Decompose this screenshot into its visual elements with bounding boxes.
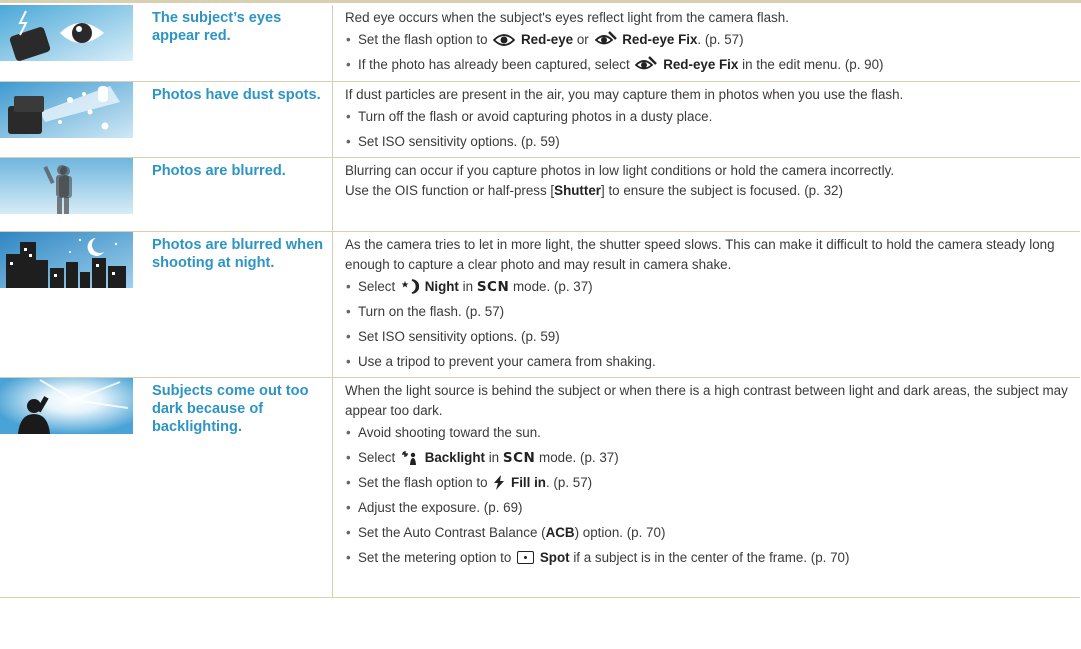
row-line: Blurring can occur if you capture photos… — [345, 162, 895, 178]
list-item: Set ISO sensitivity options. (p. 59) — [345, 132, 1080, 152]
table-row: Subjects come out too dark because of ba… — [0, 377, 1080, 598]
table-row: Photos have dust spots. If dust particle… — [0, 81, 1080, 158]
image-cell — [0, 81, 140, 158]
text: Set the flash option to — [358, 474, 488, 490]
row-title: Subjects come out too dark because of ba… — [152, 382, 309, 435]
bullet-list: Turn off the flash or avoid capturing ph… — [345, 107, 1080, 152]
red-eye-label: Red-eye — [521, 32, 574, 47]
row-intro: If dust particles are present in the air… — [345, 86, 904, 102]
image-cell — [0, 377, 140, 598]
description-cell: As the camera tries to let in more light… — [332, 231, 1080, 378]
top-rule — [0, 0, 1081, 3]
text: mode. (p. 37) — [512, 278, 593, 294]
text: Set the Auto Contrast Balance ( — [358, 524, 546, 540]
list-item: Avoid shooting toward the sun. — [345, 423, 1080, 443]
text: or — [576, 32, 589, 47]
row-line: Use the OIS function or half-press [Shut… — [345, 181, 1080, 201]
description-cell: If dust particles are present in the air… — [332, 81, 1080, 158]
flash-icon — [494, 474, 505, 490]
scn-mode-label: SCN — [476, 278, 510, 295]
red-eye-fix-label: Red-eye Fix — [663, 57, 739, 72]
bullet-list: Avoid shooting toward the sun. Select Ba… — [345, 423, 1080, 568]
red-eye-illustration — [0, 5, 133, 61]
acb-label: ACB — [545, 524, 575, 540]
list-item: Set ISO sensitivity options. (p. 59) — [345, 327, 1080, 347]
table-row: Photos are blurred. Blurring can occur i… — [0, 157, 1080, 232]
image-cell — [0, 157, 140, 232]
troubleshooting-table: The subject’s eyes appear red. Red eye o… — [0, 5, 1080, 598]
title-cell: Photos have dust spots. — [140, 81, 333, 158]
row-title: The subject’s eyes appear red. — [152, 10, 282, 44]
table-row: Photos are blurred when shooting at nigh… — [0, 231, 1080, 378]
list-item: Turn on the flash. (p. 57) — [345, 302, 1080, 322]
text: if a subject is in the center of the fra… — [573, 549, 850, 565]
table-row: The subject’s eyes appear red. Red eye o… — [0, 5, 1080, 82]
list-item: Set the flash option to Fill in. (p. 57) — [345, 473, 1080, 493]
red-eye-fix-icon — [635, 56, 658, 70]
text: . (p. 57) — [545, 474, 593, 490]
list-item: Set the flash option to Red-eye or Red-e… — [345, 30, 1080, 50]
backlight-mode-label: Backlight — [424, 449, 485, 465]
description-cell: Red eye occurs when the subject's eyes r… — [332, 5, 1080, 82]
text: Set the metering option to — [358, 549, 512, 565]
fill-in-label: Fill in — [511, 474, 546, 490]
list-item: Turn off the flash or avoid capturing ph… — [345, 107, 1080, 127]
list-item: Select Backlight in SCN mode. (p. 37) — [345, 448, 1080, 468]
text: Use the OIS function or half-press [ — [345, 182, 555, 198]
spot-metering-icon — [517, 550, 535, 564]
title-cell: The subject’s eyes appear red. — [140, 5, 333, 82]
list-item: Use a tripod to prevent your camera from… — [345, 352, 1080, 372]
text: Select — [358, 278, 396, 294]
row-intro: When the light source is behind the subj… — [345, 382, 1068, 418]
text: Select — [358, 449, 396, 465]
night-city-illustration — [0, 231, 133, 288]
night-mode-label: Night — [424, 278, 459, 294]
night-icon — [401, 278, 419, 294]
title-cell: Photos are blurred when shooting at nigh… — [140, 231, 333, 378]
scn-mode-label: SCN — [502, 449, 536, 466]
text: ] to ensure the subject is focused. (p. … — [601, 182, 843, 198]
text: If the photo has already been captured, … — [358, 57, 630, 72]
list-item: Select Night in SCN mode. (p. 37) — [345, 277, 1080, 297]
text: Set the flash option to — [358, 32, 488, 47]
title-cell: Photos are blurred. — [140, 157, 333, 232]
text: mode. (p. 37) — [539, 449, 619, 465]
backlight-illustration — [0, 377, 133, 434]
row-title: Photos have dust spots. — [152, 86, 321, 103]
red-eye-fix-icon — [594, 31, 617, 45]
text: in — [488, 449, 500, 465]
eye-icon — [493, 34, 516, 46]
image-cell — [0, 5, 140, 82]
list-item: Set the Auto Contrast Balance (ACB) opti… — [345, 523, 1080, 543]
text: . (p. 57) — [697, 32, 744, 47]
title-cell: Subjects come out too dark because of ba… — [140, 377, 333, 598]
row-intro: Red eye occurs when the subject's eyes r… — [345, 10, 789, 25]
list-item: Adjust the exposure. (p. 69) — [345, 498, 1080, 518]
red-eye-fix-label: Red-eye Fix — [622, 32, 698, 47]
description-cell: Blurring can occur if you capture photos… — [332, 157, 1080, 232]
row-intro: As the camera tries to let in more light… — [345, 236, 1055, 272]
text: in the edit menu. (p. 90) — [742, 57, 884, 72]
shutter-key-label: Shutter — [554, 182, 602, 198]
backlight-icon — [401, 450, 416, 465]
bullet-list: Select Night in SCN mode. (p. 37) Turn o… — [345, 277, 1080, 372]
text: ) option. (p. 70) — [574, 524, 666, 540]
list-item: If the photo has already been captured, … — [345, 55, 1080, 75]
bullet-list: Set the flash option to Red-eye or Red-e… — [345, 30, 1080, 75]
text: in — [462, 278, 474, 294]
image-cell — [0, 231, 140, 378]
row-title: Photos are blurred. — [152, 162, 286, 179]
blurred-photo-illustration — [0, 157, 133, 214]
list-item: Set the metering option to Spot if a sub… — [345, 548, 1080, 568]
spot-label: Spot — [539, 549, 570, 565]
row-title: Photos are blurred when shooting at nigh… — [152, 236, 324, 271]
description-cell: When the light source is behind the subj… — [332, 377, 1080, 598]
dust-spots-illustration — [0, 81, 133, 138]
